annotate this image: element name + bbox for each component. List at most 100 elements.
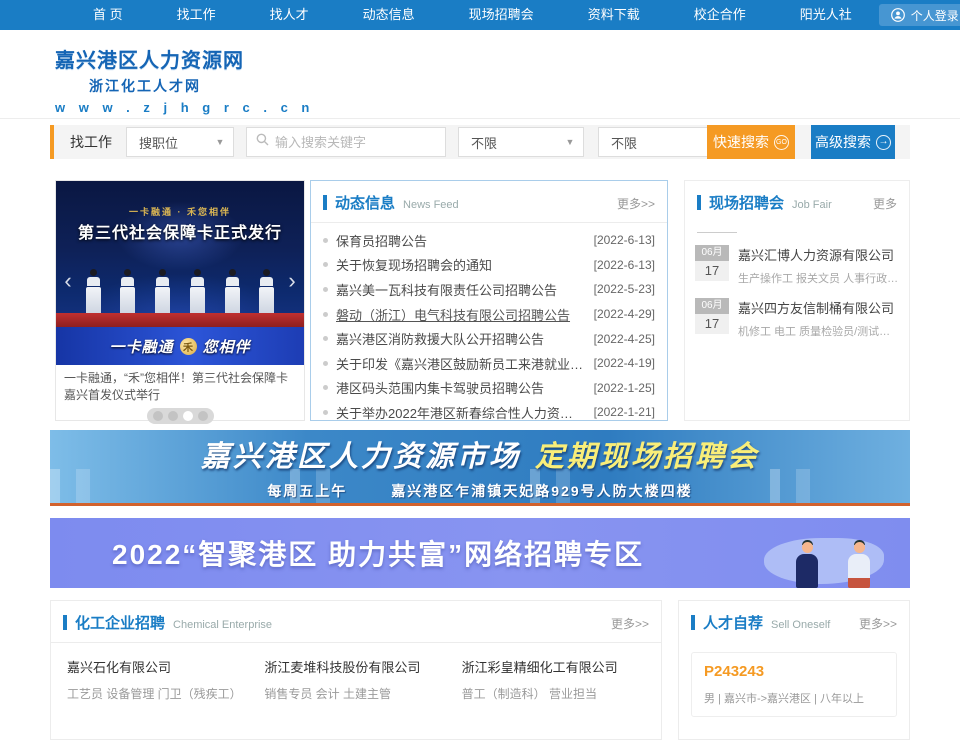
news-list-item[interactable]: 嘉兴美一瓦科技有限责任公司招聘公告 [2022-5-23] [323,277,655,302]
nav-item[interactable]: 找人才 [243,0,336,30]
search-input[interactable] [275,129,425,155]
news-list-item[interactable]: 嘉兴港区消防救援大队公开招聘公告 [2022-4-25] [323,326,655,351]
person-icon [891,8,905,22]
news-list-item[interactable]: 关于印发《嘉兴港区鼓励新员工来港就业补助操作... [2022-4-19] [323,351,655,376]
talent-more-link[interactable]: 更多>> [859,615,897,632]
carousel-caption[interactable]: 一卡融通，“禾”您相伴！第三代社会保障卡嘉兴首发仪式举行 [56,365,304,405]
search-category-select[interactable]: 搜职位 ▼ [126,127,234,157]
quick-search-button[interactable]: 快速搜索 GO [707,125,795,159]
banner1-title-white: 嘉兴港区人力资源市场 [201,441,521,473]
carousel-next-arrow[interactable]: › [282,267,302,295]
arrow-right-circle-icon: → [876,135,891,150]
carousel-dots-wrap [56,408,304,424]
banner1-schedule: 每周五上午 [267,481,347,501]
bullet-icon [323,385,328,390]
news-item-title: 港区码头范围内集卡驾驶员招聘公告 [336,378,584,397]
nav-item[interactable]: 首 页 [66,0,150,30]
carousel-dot[interactable] [198,411,208,421]
news-item-date: [2022-4-29] [594,307,655,321]
talent-subtitle: Sell Oneself [771,619,830,631]
news-item-title: 关于印发《嘉兴港区鼓励新员工来港就业补助操作... [336,354,584,373]
job-fair-company: 嘉兴汇博人力资源有限公司 [738,245,899,264]
job-fair-day: 17 [695,261,729,281]
banner2-illustration [742,524,892,588]
news-item-title: 保育员招聘公告 [336,231,584,250]
site-logo[interactable]: 嘉兴港区人力资源网 浙江化工人才网 w w w . z j h g r c . … [55,44,235,115]
job-fair-list: 06月 17 嘉兴汇博人力资源有限公司 生产操作工 报关文员 人事行政助理...… [685,235,909,341]
advanced-search-button[interactable]: 高级搜索 → [811,125,895,159]
carousel-slide[interactable]: 一卡融通 · 禾您相伴 第三代社会保障卡正式发行 一卡融通 禾 您相伴 ‹ › [56,181,304,365]
online-recruitment-banner[interactable]: 2022“智聚港区 助力共富”网络招聘专区 [50,518,910,588]
logo-subtitle: 浙江化工人才网 [55,76,235,96]
news-item-date: [2022-6-13] [594,258,655,272]
job-fair-item[interactable]: 06月 17 嘉兴汇博人力资源有限公司 生产操作工 报关文员 人事行政助理... [685,235,909,288]
carousel-dot[interactable] [168,411,178,421]
chemical-company-positions: 销售专员 会计 土建主管 [264,685,447,702]
job-fair-item[interactable]: 06月 17 嘉兴四方友信制桶有限公司 机修工 电工 质量检验员/测试员 叉车.… [685,288,909,341]
bullet-icon [323,312,328,317]
bullet-icon [323,262,328,267]
banner1-subtitle: 每周五上午 嘉兴港区乍浦镇天妃路929号人防大楼四楼 [267,481,692,501]
talent-card[interactable]: P243243 男 | 嘉兴市->嘉兴港区 | 八年以上 [691,652,897,717]
news-list-item[interactable]: 保育员招聘公告 [2022-6-13] [323,228,655,253]
chemical-title: 化工企业招聘 [75,612,165,633]
site-header: 嘉兴港区人力资源网 浙江化工人才网 w w w . z j h g r c . … [0,30,960,119]
nav-item[interactable]: 资料下载 [561,0,667,30]
banner1-title: 嘉兴港区人力资源市场定期现场招聘会 [201,433,759,475]
news-item-title: 嘉兴港区消防救援大队公开招聘公告 [336,329,584,348]
chemical-company-item[interactable]: 浙江麦堆科技股份有限公司 销售专员 会计 土建主管 [264,657,447,702]
personal-login-label: 个人登录 / 个人注册 [911,7,960,24]
search-category-value: 搜职位 [127,133,207,152]
job-fair-header: 现场招聘会 Job Fair 更多 [685,181,909,222]
nav-item[interactable]: 现场招聘会 [442,0,561,30]
job-fair-more-link[interactable]: 更多 [873,195,897,212]
bullet-icon [323,361,328,366]
chemical-subtitle: Chemical Enterprise [173,619,272,631]
carousel-dot[interactable] [183,411,193,421]
news-item-title: 关于举办2022年港区新春综合性人力资源暨春风... [336,403,584,422]
carousel-prev-arrow[interactable]: ‹ [58,267,78,295]
search-filter2-value: 不限 [599,133,697,152]
carousel-dot[interactable] [153,411,163,421]
news-list-item[interactable]: 磐动（浙江）电气科技有限公司招聘公告 [2022-4-29] [323,302,655,327]
nav-item[interactable]: 找工作 [150,0,243,30]
news-item-date: [2022-5-23] [594,282,655,296]
chemical-enterprise-panel: 化工企业招聘 Chemical Enterprise 更多>> 嘉兴石化有限公司… [50,600,662,740]
chemical-company-item[interactable]: 浙江彩皇精细化工有限公司 普工（制造科） 营业担当 [462,657,645,702]
slide-people-graphic [56,269,304,313]
news-item-date: [2022-4-19] [594,356,655,370]
slide-title: 第三代社会保障卡正式发行 [56,219,304,243]
job-fair-date-badge: 06月 17 [695,245,729,286]
job-fair-title: 现场招聘会 [709,192,784,213]
job-fair-subtitle: Job Fair [792,199,832,211]
news-list-item[interactable]: 港区码头范围内集卡驾驶员招聘公告 [2022-1-25] [323,376,655,401]
news-list-item[interactable]: 关于举办2022年港区新春综合性人力资源暨春风... [2022-1-21] [323,400,655,425]
panel-accent-bar [691,615,695,630]
news-item-title: 嘉兴美一瓦科技有限责任公司招聘公告 [336,280,584,299]
search-input-wrap [246,127,446,157]
personal-login-button[interactable]: 个人登录 / 个人注册 [879,4,960,26]
job-fair-date-badge: 06月 17 [695,298,729,339]
chemical-more-link[interactable]: 更多>> [611,615,649,632]
job-market-banner[interactable]: 嘉兴港区人力资源市场定期现场招聘会 每周五上午 嘉兴港区乍浦镇天妃路929号人防… [50,430,910,506]
chemical-company-positions: 工艺员 设备管理 门卫（残疾工） [67,685,250,702]
news-item-title: 磐动（浙江）电气科技有限公司招聘公告 [336,305,584,324]
search-bar: 找工作 搜职位 ▼ 不限 ▼ 不限 ▼ 快速搜索 GO 高级搜索 → [50,125,910,159]
banner1-address: 嘉兴港区乍浦镇天妃路929号人防大楼四楼 [391,481,692,501]
nav-item[interactable]: 校企合作 [667,0,773,30]
nav-item[interactable]: 阳光人社 [773,0,879,30]
news-feed-panel: 动态信息 News Feed 更多>> 保育员招聘公告 [2022-6-13] … [310,180,668,421]
chemical-company-item[interactable]: 嘉兴石化有限公司 工艺员 设备管理 门卫（残疾工） [67,657,250,702]
nav-item[interactable]: 动态信息 [336,0,442,30]
chemical-header: 化工企业招聘 Chemical Enterprise 更多>> [51,601,661,643]
talent-card-info: 男 | 嘉兴市->嘉兴港区 | 八年以上 [704,690,884,706]
main-nav: 首 页找工作找人才动态信息现场招聘会资料下载校企合作阳光人社 [0,0,879,30]
search-filter1-select[interactable]: 不限 ▼ [458,127,584,157]
chevron-down-icon: ▼ [557,137,583,147]
news-list-item[interactable]: 关于恢复现场招聘会的通知 [2022-6-13] [323,253,655,278]
news-more-link[interactable]: 更多>> [617,195,655,212]
slide-banner-strip: 一卡融通 禾 您相伴 [56,327,304,365]
news-item-title: 关于恢复现场招聘会的通知 [336,255,584,274]
search-filter2-select[interactable]: 不限 ▼ [598,127,724,157]
bullet-icon [323,336,328,341]
